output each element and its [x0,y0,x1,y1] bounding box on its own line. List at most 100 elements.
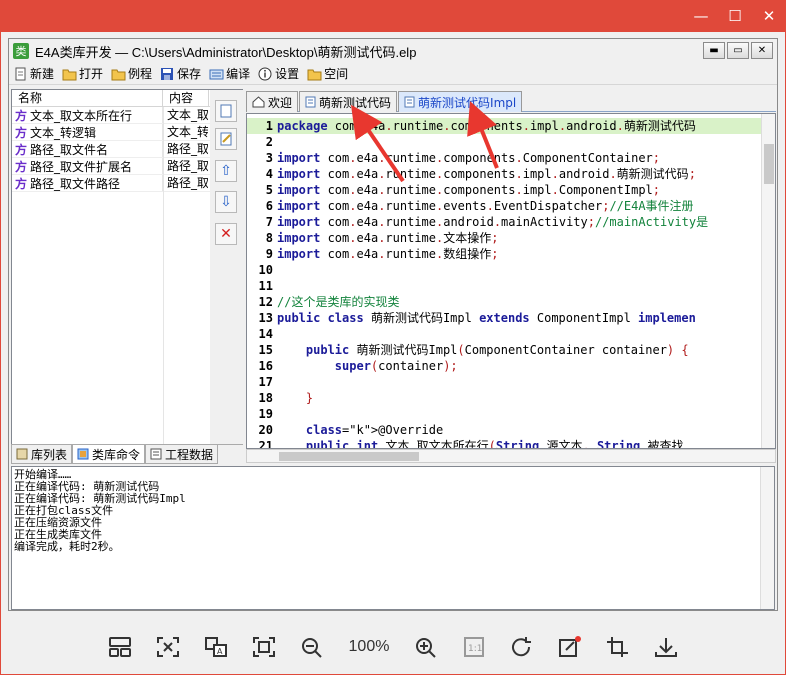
move-down-button[interactable]: ⇩ [215,191,237,213]
rotate-icon [512,637,531,657]
toolbar-examples-button[interactable]: 例程 [111,65,152,82]
zoom-out-icon [302,638,322,658]
list-item[interactable]: 方文本_转逻辑 文本_转 [12,124,242,141]
item-content: 路径_取 [167,176,208,190]
line-text [277,278,762,294]
line-text [277,262,762,278]
arrow-down-icon: ⇩ [220,194,232,210]
commands-icon [77,448,89,460]
toolbar-save-label: 保存 [177,67,202,81]
code-line: 3 import com.e4a.runtime.components.Compo… [247,150,762,166]
tab-project-data[interactable]: 工程数据 [145,445,219,464]
output-scrollbar[interactable] [760,467,774,609]
open-folder-icon [62,69,77,80]
line-number: 9 [265,247,273,261]
line-text: import com.e4a.runtime.数组操作; [277,247,499,261]
move-up-button[interactable]: ⇧ [215,160,237,182]
output-line: 正在压缩资源文件 [14,516,102,529]
tab-impl-file-label: 萌新测试代码Impl [418,95,517,110]
viewer-titlebar [0,0,786,32]
code-editor[interactable]: 1 package com.e4a.runtime.components.impl… [246,113,776,449]
app-minimize-button[interactable]: ▬ [703,42,725,59]
line-number: 20 [258,423,273,437]
close-button[interactable]: ✕ [752,0,786,32]
code-file-icon [404,96,415,108]
code-file-icon [305,96,316,108]
compile-output[interactable]: 开始编译…… 正在编译代码: 萌新测试代码 正在编译代码: 萌新测试代码Impl… [11,466,775,610]
toolbar-save-button[interactable]: 保存 [160,65,201,82]
edit-button[interactable] [557,634,583,660]
tab-code-file[interactable]: 萌新测试代码 [299,91,398,112]
line-text: import com.e4a.runtime.components.impl.a… [277,167,696,181]
toolbar-new-button[interactable]: 新建 [13,65,54,82]
output-line: 正在编译代码: 萌新测试代码Impl [14,492,186,505]
layout-button[interactable] [107,634,133,660]
zoom-level: 100% [348,638,390,655]
editor-vertical-scrollbar[interactable] [761,114,775,448]
scroll-thumb[interactable] [279,452,419,461]
edit-page-icon [220,132,232,146]
edit-item-button[interactable] [215,128,237,150]
editor-horizontal-scrollbar[interactable] [246,449,776,463]
code-line: 17 [247,374,762,390]
toolbar-compile-label: 编译 [226,67,251,81]
tab-impl-file[interactable]: 萌新测试代码Impl [398,91,523,112]
actual-size-button[interactable]: 1:1 [461,634,487,660]
code-line: 7 import com.e4a.runtime.android.mainActi… [247,214,762,230]
list-item[interactable]: 方路径_取文件路径 路径_取 [12,175,242,192]
line-number: 2 [265,135,273,149]
item-content: 路径_取 [167,159,208,173]
fullscreen-button[interactable] [251,634,277,660]
add-item-button[interactable] [215,100,237,122]
toolbar-workspace-label: 空间 [324,67,349,81]
line-text: import com.e4a.runtime.文本操作; [277,231,499,245]
tab-library-list[interactable]: 库列表 [11,445,73,464]
list-item[interactable]: 方路径_取文件扩展名 路径_取 [12,158,242,175]
line-number: 8 [265,231,273,245]
toolbar-settings-label: 设置 [275,67,300,81]
code-line: 21 public int 文本_取文本所在行(String 源文本, Stri… [247,438,762,448]
rotate-button[interactable] [509,634,535,660]
line-number: 10 [258,263,273,277]
code-line: 12 //这个是类库的实现类 [247,294,762,310]
scroll-thumb[interactable] [764,144,774,184]
crop-button[interactable] [605,634,631,660]
line-text: import com.e4a.runtime.events.EventDispa… [277,199,694,213]
viewer-toolbar: A 100% 1:1 [1,620,785,674]
tab-welcome[interactable]: 欢迎 [246,91,299,112]
delete-item-button[interactable]: ✕ [215,223,237,245]
download-button[interactable] [653,634,679,660]
toolbar-compile-button[interactable]: 编译 [209,65,250,82]
list-item[interactable]: 方路径_取文件名 路径_取 [12,141,242,158]
line-text: package com.e4a.runtime.components.impl.… [277,119,696,133]
column-header-content[interactable]: 内容 [163,90,209,106]
tab-library-commands-label: 类库命令 [92,447,141,462]
line-number: 18 [258,391,273,405]
zoom-in-button[interactable] [413,634,439,660]
list-item[interactable]: 方文本_取文本所在行 文本_取 [12,107,242,124]
minimize-button[interactable]: — [684,0,718,32]
zoom-in-icon [416,638,436,658]
delete-x-icon: ✕ [220,226,232,242]
toolbar-workspace-button[interactable]: 空间 [307,65,348,82]
toolbar-settings-button[interactable]: 设置 [258,65,299,82]
compile-icon [209,69,224,79]
code-line: 14 [247,326,762,342]
code-line: 13 public class 萌新测试代码Impl extends Compon… [247,310,762,326]
app-restore-button[interactable]: ▭ [727,42,749,59]
code-line: 10 [247,262,762,278]
item-content: 文本_转 [167,125,208,139]
translate-button[interactable]: A [203,634,229,660]
column-header-name[interactable]: 名称 [12,90,163,106]
code-line: 8 import com.e4a.runtime.文本操作; [247,230,762,246]
method-badge: 方 [15,108,28,123]
page-icon [220,104,232,118]
toolbar-open-button[interactable]: 打开 [62,65,103,82]
app-close-button[interactable]: ✕ [751,42,773,59]
tab-library-commands[interactable]: 类库命令 [72,445,146,464]
line-number: 3 [265,151,273,165]
zoom-out-button[interactable] [299,634,325,660]
fit-button[interactable] [155,634,181,660]
maximize-button[interactable]: ☐ [718,0,752,32]
code-line: 1 package com.e4a.runtime.components.impl… [247,118,762,134]
